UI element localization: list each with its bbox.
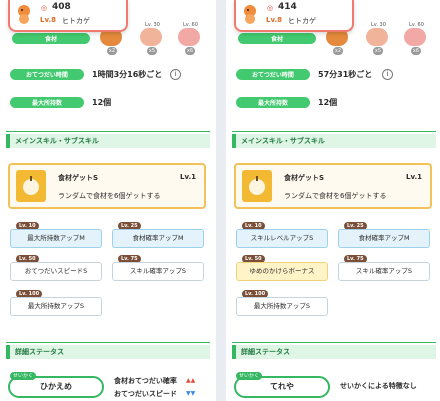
pokemon-panel-left: 食材 x2 Lv. 30 x5 Lv. 60 x6 ◎ 408 Lv.8 ヒトカ…: [0, 0, 216, 401]
nature-effect-none: せいかくによる特徴なし: [340, 382, 417, 390]
divider: [232, 131, 436, 132]
ingredient-count: x5: [373, 47, 383, 55]
stat-max-carry: 最大所持数 12個: [10, 96, 210, 110]
sub-skill-name: スキルレベルアップS: [236, 229, 328, 248]
ingredient-item[interactable]: Lv. 60 x6: [176, 20, 202, 56]
apple-icon: [16, 170, 46, 202]
cp-icon: ◎: [267, 4, 274, 12]
cp-icon: ◎: [41, 4, 48, 12]
stat-label: おてつだい時間: [236, 69, 310, 80]
divider: [232, 342, 436, 343]
ingredient-icon: [178, 28, 200, 46]
stat-value: 12個: [92, 98, 112, 107]
ingredient-label: 食材: [238, 33, 316, 44]
down-arrow-icon: ▼▼: [186, 390, 196, 397]
section-title: 詳細ステータス: [6, 345, 210, 359]
charmander-icon: [240, 3, 260, 25]
ingredient-count: x2: [107, 47, 117, 55]
ingredient-count: x2: [333, 47, 343, 55]
pokemon-header-card: ◎ 408 Lv.8 ヒトカゲ: [8, 0, 128, 32]
divider: [6, 131, 210, 132]
sub-skill-slot[interactable]: Lv. 50 ゆめのかけらボーナス: [236, 255, 328, 283]
stat-label: おてつだい時間: [10, 69, 84, 80]
info-icon[interactable]: i: [382, 69, 393, 80]
ingredient-count: x6: [411, 47, 421, 55]
stat-value: 57分31秒ごと: [318, 70, 373, 79]
nature-effect-up: 食材おてつだい確率: [114, 377, 177, 385]
section-title: メインスキル・サブスキル: [232, 134, 436, 148]
ingredient-label: 食材: [12, 33, 90, 44]
main-skill-level: Lv.1: [406, 173, 422, 181]
divider: [6, 342, 210, 343]
sub-skill-slot[interactable]: Lv. 25 食材確率アップM: [338, 222, 430, 250]
pokemon-header-card: ◎ 414 Lv.8 ヒトカゲ: [234, 0, 354, 32]
pokemon-name: ヒトカゲ: [62, 17, 90, 25]
ingredient-icon: [404, 28, 426, 46]
main-skill-name: 食材ゲットS: [58, 174, 99, 182]
section-title: 詳細ステータス: [232, 345, 436, 359]
sub-skill-slot[interactable]: Lv. 10 スキルレベルアップS: [236, 222, 328, 250]
nature-effect-down: おてつだいスピード: [114, 390, 177, 398]
ingredient-item[interactable]: Lv. 30 x5: [138, 20, 164, 56]
ingredient-icon: [140, 28, 162, 46]
cp-value: 408: [52, 2, 71, 12]
level-badge: Lv.8: [40, 16, 56, 24]
main-skill-card[interactable]: 食材ゲットS Lv.1 ランダムで食材を6個ゲットする: [234, 163, 432, 209]
stat-value: 12個: [318, 98, 338, 107]
apple-icon: [242, 170, 272, 202]
sub-skill-name: ゆめのかけらボーナス: [236, 262, 328, 281]
main-skill-level: Lv.1: [180, 173, 196, 181]
sub-skill-slot[interactable]: Lv. 50 おてつだいスピードS: [10, 255, 102, 283]
ingredient-item[interactable]: Lv. 30 x5: [364, 20, 390, 56]
up-arrow-icon: ▲▲: [186, 377, 196, 384]
main-skill-desc: ランダムで食材を6個ゲットする: [284, 192, 387, 200]
stat-help-time: おてつだい時間 57分31秒ごと i: [236, 68, 436, 82]
ingredient-count: x6: [185, 47, 195, 55]
main-skill-name: 食材ゲットS: [284, 174, 325, 182]
sub-skill-slot[interactable]: Lv. 75 スキル確率アップS: [112, 255, 204, 283]
sub-skill-name: 最大所持数アップM: [10, 229, 102, 248]
info-icon[interactable]: i: [170, 69, 181, 80]
ingredient-icon: [366, 28, 388, 46]
sub-skill-name: 食材確率アップM: [338, 229, 430, 248]
sub-skill-name: スキル確率アップS: [112, 262, 204, 281]
main-skill-desc: ランダムで食材を6個ゲットする: [58, 192, 161, 200]
nature-badge: せいかく: [236, 372, 262, 380]
sub-skill-slot[interactable]: Lv. 75 スキル確率アップS: [338, 255, 430, 283]
ingredient-count: x5: [147, 47, 157, 55]
stat-label: 最大所持数: [10, 97, 84, 108]
sub-skill-name: おてつだいスピードS: [10, 262, 102, 281]
cp-value: 414: [278, 2, 297, 12]
sub-skill-name: スキル確率アップS: [338, 262, 430, 281]
sub-skill-name: 最大所持数アップS: [10, 297, 102, 316]
main-skill-card[interactable]: 食材ゲットS Lv.1 ランダムで食材を6個ゲットする: [8, 163, 206, 209]
ingredient-item[interactable]: Lv. 60 x6: [402, 20, 428, 56]
section-title: メインスキル・サブスキル: [6, 134, 210, 148]
stat-value: 1時間3分16秒ごと: [92, 70, 163, 79]
stat-label: 最大所持数: [236, 97, 310, 108]
sub-skill-name: 最大所持数アップS: [236, 297, 328, 316]
pokemon-panel-right: 食材 x2 Lv. 30 x5 Lv. 60 x6 ◎ 414 Lv.8 ヒトカ…: [226, 0, 440, 401]
sub-skill-name: 食材確率アップM: [112, 229, 204, 248]
nature-badge: せいかく: [10, 372, 36, 380]
charmander-icon: [14, 3, 34, 25]
pokemon-name: ヒトカゲ: [288, 17, 316, 25]
sub-skill-slot[interactable]: Lv. 10 最大所持数アップM: [10, 222, 102, 250]
sub-skill-slot[interactable]: Lv. 25 食材確率アップM: [112, 222, 204, 250]
stat-max-carry: 最大所持数 12個: [236, 96, 436, 110]
sub-skill-slot[interactable]: Lv. 100 最大所持数アップS: [236, 290, 328, 318]
sub-skill-slot[interactable]: Lv. 100 最大所持数アップS: [10, 290, 102, 318]
level-badge: Lv.8: [266, 16, 282, 24]
stat-help-time: おてつだい時間 1時間3分16秒ごと i: [10, 68, 210, 82]
